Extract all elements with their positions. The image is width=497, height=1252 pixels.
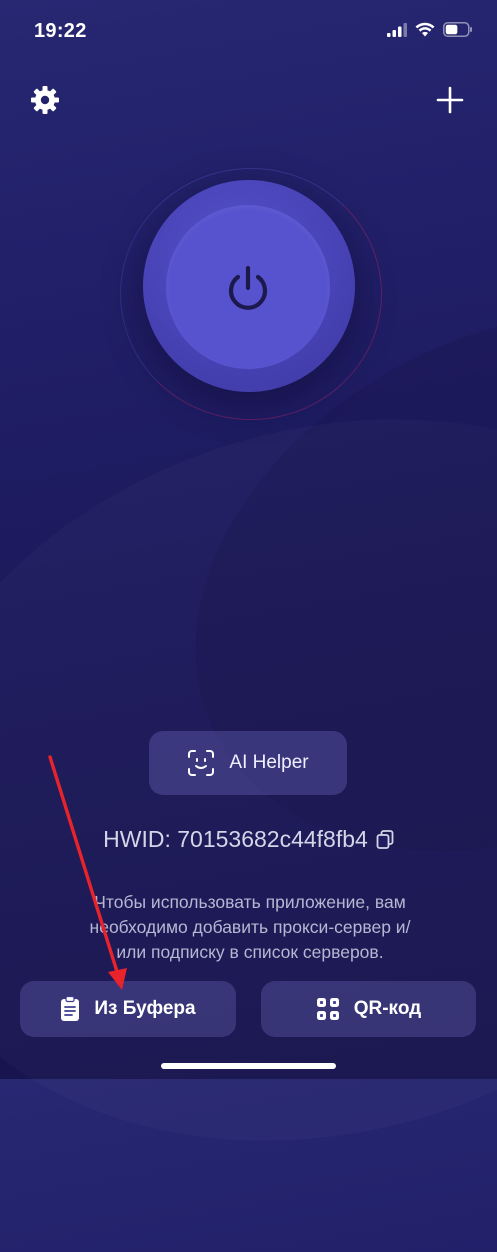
- signal-icon: [387, 22, 407, 37]
- clipboard-icon: [61, 996, 80, 1021]
- hwid-row[interactable]: HWID: 70153682c44f8fb4: [0, 826, 497, 853]
- hint-line: Чтобы использовать приложение, вам: [94, 892, 406, 912]
- from-clipboard-label: Из Буфера: [94, 998, 196, 1019]
- copy-icon[interactable]: [376, 829, 394, 850]
- qr-code-icon: [316, 998, 339, 1020]
- status-bar: 19:22: [0, 0, 497, 60]
- from-clipboard-button[interactable]: Из Буфера: [20, 981, 236, 1037]
- home-indicator: [161, 1063, 336, 1069]
- wifi-icon: [415, 22, 435, 37]
- hwid-text: HWID: 70153682c44f8fb4: [103, 826, 368, 852]
- plus-icon: [436, 86, 464, 114]
- gear-icon: [31, 86, 59, 114]
- hint-line: необходимо добавить прокси-сервер и/: [89, 917, 411, 937]
- add-server-button[interactable]: [432, 82, 468, 118]
- hint-line: или подписку в список серверов.: [116, 942, 384, 962]
- ai-helper-label: AI Helper: [229, 752, 309, 773]
- battery-icon: [443, 22, 472, 37]
- power-icon: [228, 265, 268, 310]
- face-scan-icon: [188, 750, 215, 776]
- status-icons: [387, 22, 473, 37]
- status-time: 19:22: [34, 20, 87, 42]
- qr-code-label: QR-код: [353, 998, 422, 1019]
- ai-helper-button[interactable]: AI Helper: [149, 731, 347, 795]
- empty-state-hint: Чтобы использовать приложение, вам необх…: [40, 890, 460, 965]
- settings-button[interactable]: [27, 82, 63, 118]
- qr-code-button[interactable]: QR-код: [261, 981, 476, 1037]
